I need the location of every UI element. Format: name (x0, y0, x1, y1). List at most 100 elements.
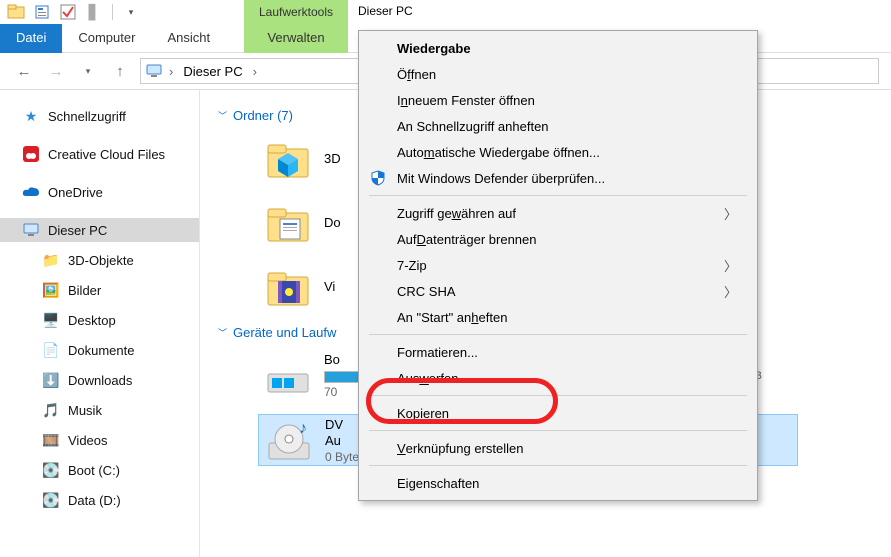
group-label: Ordner (7) (233, 108, 293, 123)
tree-label: Dokumente (68, 343, 134, 358)
tree-label: Musik (68, 403, 102, 418)
submenu-arrow-icon: 〉 (724, 204, 737, 223)
tree-label: Schnellzugriff (48, 109, 126, 124)
tree-desktop[interactable]: 🖥️ Desktop (0, 308, 199, 332)
this-pc-icon (22, 221, 40, 239)
window-title: Dieser PC (358, 4, 413, 18)
tree-downloads[interactable]: ⬇️ Downloads (0, 368, 199, 392)
defender-shield-icon (369, 169, 387, 187)
drive-icon: 💽 (42, 461, 60, 479)
dvd-drive-icon: ♪ (265, 417, 313, 465)
downloads-icon: ⬇️ (42, 371, 60, 389)
tree-this-pc[interactable]: Dieser PC (0, 218, 199, 242)
star-icon: ★ (22, 107, 40, 125)
tree-label: Boot (C:) (68, 463, 120, 478)
up-button[interactable]: ↑ (108, 59, 132, 83)
drive-os-icon (264, 352, 312, 400)
tab-view[interactable]: Ansicht (151, 24, 226, 53)
drive-icon: 💽 (42, 491, 60, 509)
folder-videos-icon (264, 263, 312, 311)
breadcrumb-separator[interactable]: › (253, 64, 257, 79)
ctx-copy[interactable]: Kopieren (361, 400, 755, 426)
ctx-properties[interactable]: Eigenschaften (361, 470, 755, 496)
tree-label: Creative Cloud Files (48, 147, 165, 162)
group-label: Geräte und Laufw (233, 325, 336, 340)
back-button[interactable]: ← (12, 59, 36, 83)
videos-icon: 🎞️ (42, 431, 60, 449)
tree-pictures[interactable]: 🖼️ Bilder (0, 278, 199, 302)
tree-label: 3D-Objekte (68, 253, 134, 268)
ctx-create-shortcut[interactable]: Verknüpfung erstellen (361, 435, 755, 461)
tree-boot-drive[interactable]: 💽 Boot (C:) (0, 458, 199, 482)
qat-separator (112, 4, 113, 20)
breadcrumb-separator: › (169, 64, 173, 79)
ctx-grant-access[interactable]: Zugriff gewähren auf〉 (361, 200, 755, 226)
ctx-separator (369, 465, 747, 466)
collapse-icon[interactable]: ﹀ (218, 326, 227, 339)
ctx-eject[interactable]: Auswerfen (361, 365, 755, 391)
explorer-icon (6, 2, 26, 22)
ctx-crc-sha[interactable]: CRC SHA〉 (361, 278, 755, 304)
pictures-icon: 🖼️ (42, 281, 60, 299)
ctx-open-new-window[interactable]: In neuem Fenster öffnen (361, 87, 755, 113)
ctx-separator (369, 334, 747, 335)
submenu-arrow-icon: 〉 (724, 256, 737, 275)
breadcrumb-this-pc[interactable]: Dieser PC (179, 62, 246, 81)
ctx-autoplay[interactable]: Automatische Wiedergabe öffnen... (361, 139, 755, 165)
creative-cloud-icon (22, 145, 40, 163)
onedrive-icon (22, 183, 40, 201)
ctx-pin-quick-access[interactable]: An Schnellzugriff anheften (361, 113, 755, 139)
ctx-separator (369, 195, 747, 196)
ctx-defender[interactable]: Mit Windows Defender überprüfen... (361, 165, 755, 191)
tree-onedrive[interactable]: OneDrive (0, 180, 199, 204)
tree-label: Data (D:) (68, 493, 121, 508)
tab-file[interactable]: Datei (0, 24, 62, 53)
item-label: 3D (324, 151, 341, 167)
folder-documents-icon (264, 199, 312, 247)
ctx-pin-start[interactable]: An "Start" anheften (361, 304, 755, 330)
quick-access-toolbar: ▋ ▾ (0, 0, 891, 24)
tree-label: Bilder (68, 283, 101, 298)
checkbox-icon[interactable] (58, 2, 78, 22)
tab-manage[interactable]: Verwalten (244, 24, 348, 53)
ctx-format[interactable]: Formatieren... (361, 339, 755, 365)
tree-documents[interactable]: 📄 Dokumente (0, 338, 199, 362)
tree-label: Downloads (68, 373, 132, 388)
collapse-icon[interactable]: ﹀ (218, 109, 227, 122)
tree-videos[interactable]: 🎞️ Videos (0, 428, 199, 452)
forward-button[interactable]: → (44, 59, 68, 83)
this-pc-icon (145, 62, 163, 80)
ctx-separator (369, 395, 747, 396)
submenu-arrow-icon: 〉 (724, 282, 737, 301)
tree-quick-access[interactable]: ★ Schnellzugriff (0, 104, 199, 128)
ctx-separator (369, 430, 747, 431)
contextual-tooltab-label: Laufwerktools (244, 0, 348, 24)
folder-icon: 📁 (42, 251, 60, 269)
properties-icon[interactable] (32, 2, 52, 22)
tree-label: Desktop (68, 313, 116, 328)
item-label: Vi (324, 279, 335, 295)
tree-label: Videos (68, 433, 108, 448)
navigation-tree: ★ Schnellzugriff Creative Cloud Files On… (0, 90, 200, 557)
history-dropdown-icon[interactable]: ▾ (76, 59, 100, 83)
ctx-burn-disc[interactable]: Auf Datenträger brennen (361, 226, 755, 252)
qat-customize-dropdown-icon[interactable]: ▾ (121, 2, 141, 22)
tab-computer[interactable]: Computer (62, 24, 151, 53)
ctx-play[interactable]: Wiedergabe (361, 35, 755, 61)
tree-label: Dieser PC (48, 223, 107, 238)
item-label: Do (324, 215, 341, 231)
tree-label: OneDrive (48, 185, 103, 200)
tree-data-drive[interactable]: 💽 Data (D:) (0, 488, 199, 512)
context-menu: Wiedergabe Öffnen In neuem Fenster öffne… (358, 30, 758, 501)
desktop-icon: 🖥️ (42, 311, 60, 329)
music-icon: 🎵 (42, 401, 60, 419)
tree-3d-objects[interactable]: 📁 3D-Objekte (0, 248, 199, 272)
svg-text:♪: ♪ (299, 420, 307, 437)
tree-creative-cloud[interactable]: Creative Cloud Files (0, 142, 199, 166)
new-folder-icon[interactable]: ▋ (84, 2, 104, 22)
documents-icon: 📄 (42, 341, 60, 359)
ctx-open[interactable]: Öffnen (361, 61, 755, 87)
ctx-7zip[interactable]: 7-Zip〉 (361, 252, 755, 278)
folder-3d-icon (264, 135, 312, 183)
tree-music[interactable]: 🎵 Musik (0, 398, 199, 422)
